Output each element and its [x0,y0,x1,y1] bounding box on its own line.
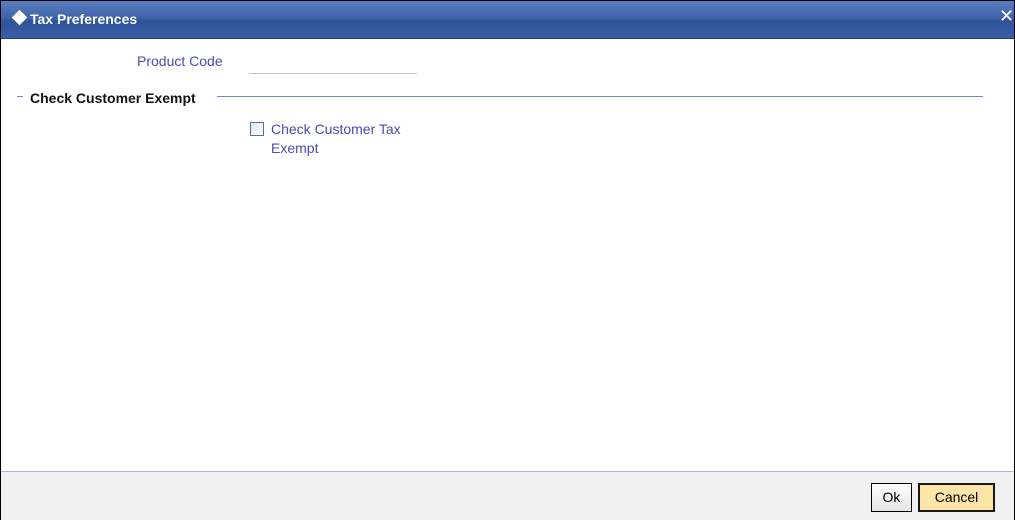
product-code-label: Product Code [137,53,223,69]
title-bar[interactable]: Tax Preferences ✕ [1,1,1014,39]
section-title: Check Customer Exempt [30,90,196,106]
section-divider-left [17,96,23,97]
diamond-icon [11,9,28,26]
section-divider-right [217,96,983,97]
tax-preferences-dialog: Tax Preferences ✕ Product Code Check Cus… [0,0,1015,520]
product-code-input[interactable] [249,53,417,74]
customer-tax-exempt-label[interactable]: Check Customer Tax Exempt [271,120,451,158]
close-icon[interactable]: ✕ [999,6,1014,28]
dialog-footer: Ok Cancel [1,471,1014,520]
dialog-title: Tax Preferences [30,11,138,27]
customer-tax-exempt-checkbox[interactable] [250,122,264,136]
cancel-button[interactable]: Cancel [918,483,995,512]
dialog-content: Product Code Check Customer Exempt Check… [1,39,1014,471]
ok-button[interactable]: Ok [871,483,912,512]
